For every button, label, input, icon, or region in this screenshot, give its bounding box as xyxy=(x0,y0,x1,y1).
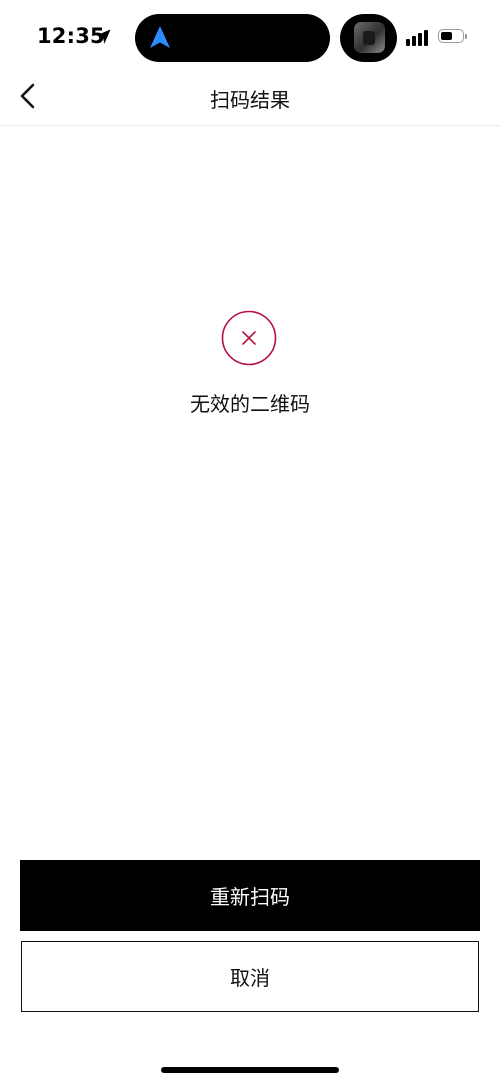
status-bar: 12:35 xyxy=(0,0,500,76)
page-title: 扫码结果 xyxy=(210,88,290,112)
battery-level xyxy=(441,32,452,40)
battery-icon xyxy=(438,29,468,45)
nav-bar: 扫码结果 xyxy=(0,70,500,126)
cancel-button[interactable]: 取消 xyxy=(21,941,479,1012)
navigation-arrow-icon xyxy=(150,26,170,48)
error-circle-x-icon xyxy=(221,310,277,366)
location-arrow-icon xyxy=(96,29,111,44)
dynamic-island[interactable] xyxy=(135,14,330,62)
home-indicator[interactable] xyxy=(161,1067,339,1073)
rescan-button[interactable]: 重新扫码 xyxy=(20,860,480,931)
now-playing-thumbnail[interactable] xyxy=(340,14,397,62)
result-message: 无效的二维码 xyxy=(190,392,310,416)
cellular-signal-icon xyxy=(406,28,432,46)
album-art xyxy=(354,22,385,53)
